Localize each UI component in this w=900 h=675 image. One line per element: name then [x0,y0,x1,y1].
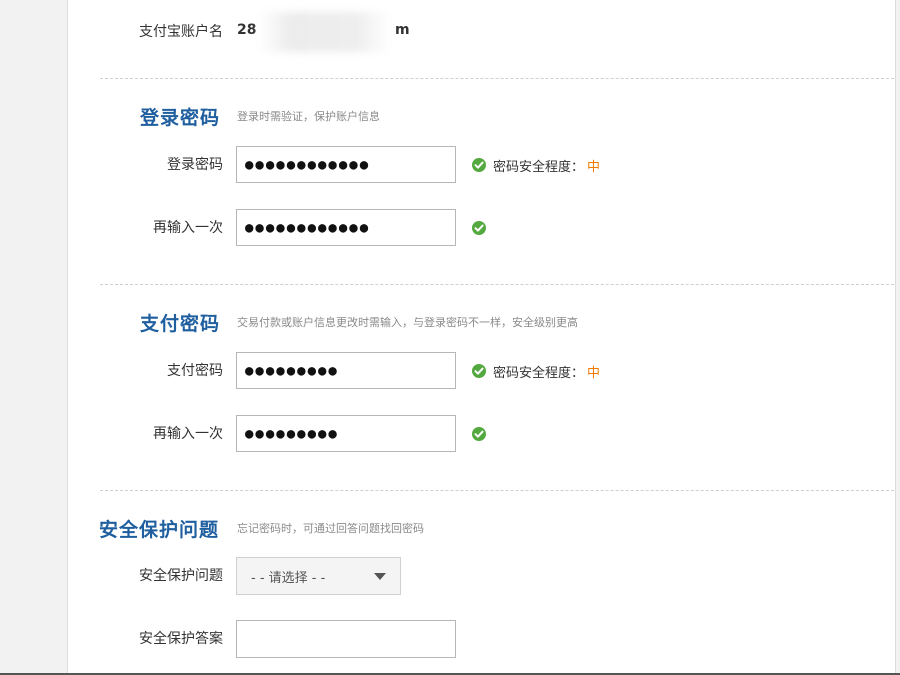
login-password-input[interactable]: ●●●●●●●●●●●● [236,146,456,183]
login-section-title: 登录密码 [140,107,221,129]
login-password-label: 登录密码 [167,157,223,173]
strength-level: 中 [587,366,601,381]
check-circle-icon [472,221,486,235]
divider [100,490,894,491]
check-circle-icon [472,364,486,378]
strength-label: 密码安全程度： [493,160,585,175]
strength-level: 中 [587,160,601,175]
chevron-down-icon[interactable] [374,573,386,580]
account-label: 支付宝账户名 [139,24,223,40]
login-password-strength: 密码安全程度：中 [493,156,600,175]
pay-section-title: 支付密码 [140,313,221,335]
security-section-desc: 忘记密码时，可通过回答问题找回密码 [237,522,424,535]
pay-section-desc: 交易付款或账户信息更改时需输入，与登录密码不一样，安全级别更高 [237,316,578,329]
account-mask [258,12,390,52]
login-section-desc: 登录时需验证，保护账户信息 [237,110,380,123]
pay-confirm-label: 再输入一次 [153,426,223,442]
account-value-suffix: m [395,22,410,38]
strength-label: 密码安全程度： [493,366,585,381]
check-circle-icon [472,427,486,441]
security-answer-input[interactable] [236,620,456,658]
login-confirm-input[interactable]: ●●●●●●●●●●●● [236,209,456,246]
select-value: - - 请选择 - - [251,571,326,586]
security-answer-label: 安全保护答案 [139,631,223,647]
check-circle-icon [472,158,486,172]
divider [100,284,894,285]
security-question-select[interactable]: - - 请选择 - - [236,557,401,595]
security-section-title: 安全保护问题 [99,519,220,541]
account-value-prefix: 28 [237,22,257,38]
pay-confirm-input[interactable]: ●●●●●●●●● [236,415,456,452]
login-confirm-label: 再输入一次 [153,220,223,236]
security-question-label: 安全保护问题 [139,568,223,584]
pay-password-label: 支付密码 [167,363,223,379]
pay-password-strength: 密码安全程度：中 [493,362,600,381]
divider [100,78,894,79]
pay-password-input[interactable]: ●●●●●●●●● [236,352,456,389]
